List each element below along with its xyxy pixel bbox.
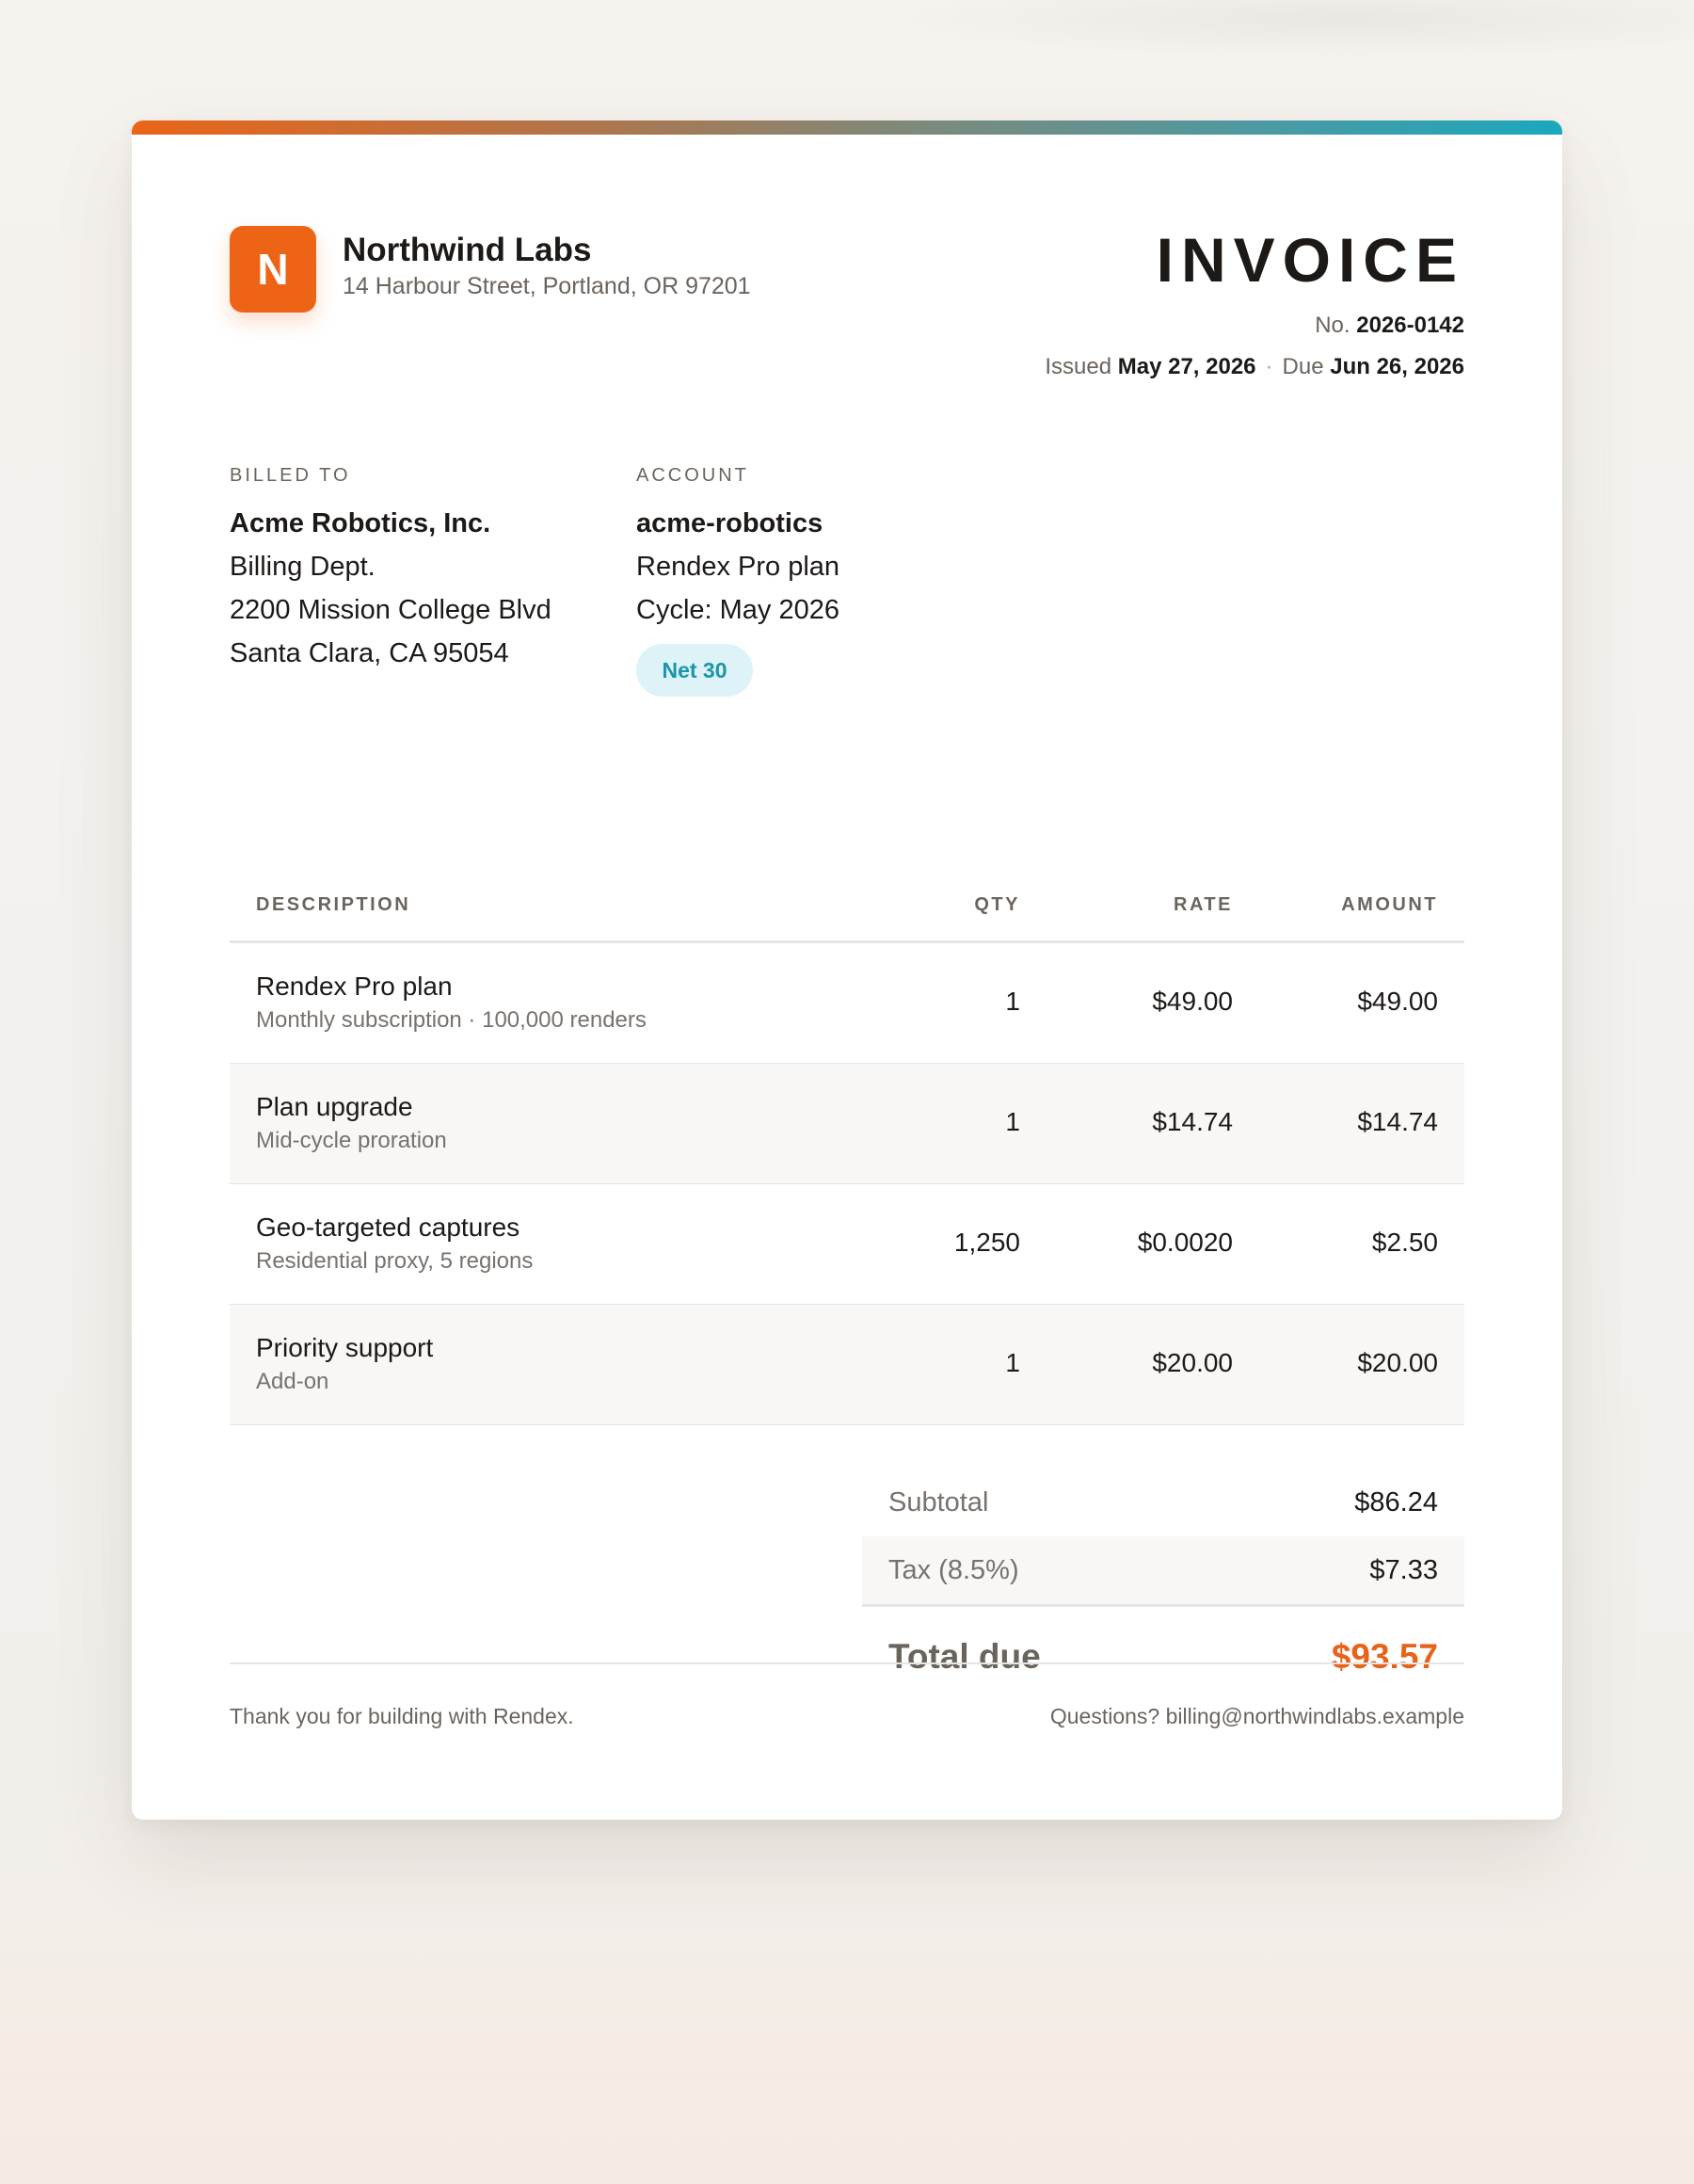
item-subtitle: Monthly subscription · 100,000 renders: [256, 1007, 647, 1033]
item-rate: $14.74: [1152, 1107, 1233, 1136]
totals-block: Subtotal $86.24 Tax (8.5%) $7.33 Total d…: [862, 1469, 1464, 1707]
footer-contact: Questions? billing@northwindlabs.example: [1049, 1704, 1464, 1728]
account-id: acme-robotics: [636, 508, 823, 538]
account-plan: Rendex Pro plan: [636, 552, 840, 582]
header-rate: RATE: [1174, 894, 1233, 915]
item-title: Plan upgrade: [256, 1092, 413, 1121]
item-amount: $20.00: [1357, 1348, 1438, 1377]
item-title: Priority support: [256, 1333, 434, 1362]
background-glow: [0, 1939, 1694, 2184]
tax-row: Tax (8.5%) $7.33: [862, 1536, 1464, 1604]
header-qty: QTY: [974, 894, 1020, 915]
billed-to-street: 2200 Mission College Blvd: [230, 595, 551, 625]
billed-to-dept: Billing Dept.: [230, 552, 376, 582]
subtotal-value: $86.24: [1354, 1487, 1438, 1518]
item-rate: $20.00: [1152, 1348, 1233, 1377]
item-qty: 1: [1005, 987, 1020, 1016]
item-rate: $49.00: [1152, 987, 1233, 1016]
footer-divider: [230, 1662, 1464, 1664]
invoice-number-value: 2026-0142: [1356, 313, 1464, 338]
item-subtitle: Residential proxy, 5 regions: [256, 1248, 534, 1274]
item-title: Rendex Pro plan: [256, 972, 453, 1001]
account-cycle: Cycle: May 2026: [636, 595, 839, 625]
item-qty: 1: [1005, 1107, 1020, 1136]
total-due-label: Total due: [888, 1637, 1041, 1676]
issued-label: Issued: [1045, 354, 1112, 379]
total-due-value: $93.57: [1331, 1637, 1438, 1676]
item-title: Geo-targeted captures: [256, 1212, 520, 1242]
issued-date: May 27, 2026: [1117, 354, 1256, 379]
item-qty: 1,250: [953, 1228, 1020, 1257]
date-separator: ·: [1265, 354, 1273, 379]
invoice-title: INVOICE: [1156, 225, 1464, 295]
table-header: DESCRIPTION QTY RATE AMOUNT: [230, 866, 1464, 943]
invoice-card: N Northwind Labs 14 Harbour Street, Port…: [132, 120, 1562, 1820]
item-rate: $0.0020: [1137, 1228, 1233, 1257]
item-qty: 1: [1005, 1348, 1020, 1377]
tax-value: $7.33: [1369, 1555, 1438, 1585]
line-items-table: DESCRIPTION QTY RATE AMOUNT Rendex Pro p…: [230, 866, 1464, 1425]
item-subtitle: Add-on: [256, 1369, 329, 1394]
due-date: Jun 26, 2026: [1330, 354, 1464, 379]
invoice-dates: Issued May 27, 2026 · Due Jun 26, 2026: [1045, 354, 1464, 380]
footer-thanks: Thank you for building with Rendex.: [230, 1704, 574, 1728]
billed-to-city: Santa Clara, CA 95054: [230, 638, 509, 668]
logo-letter: N: [257, 245, 289, 294]
invoice-number: No. 2026-0142: [1315, 313, 1464, 339]
item-subtitle: Mid-cycle proration: [256, 1128, 447, 1153]
invoice-content: N Northwind Labs 14 Harbour Street, Port…: [230, 120, 1464, 1820]
billed-to-label: BILLED TO: [230, 465, 351, 486]
company-logo: N: [230, 226, 316, 313]
header-description: DESCRIPTION: [256, 894, 411, 915]
item-amount: $2.50: [1371, 1228, 1438, 1257]
table-row: Rendex Pro plan Monthly subscription · 1…: [230, 943, 1464, 1064]
table-row: Plan upgrade Mid-cycle proration 1 $14.7…: [230, 1064, 1464, 1184]
table-row: Priority support Add-on 1 $20.00 $20.00: [230, 1305, 1464, 1425]
account-label: ACCOUNT: [636, 465, 749, 486]
billed-to-name: Acme Robotics, Inc.: [230, 508, 491, 538]
subtotal-label: Subtotal: [888, 1487, 989, 1518]
total-due-row: Total due $93.57: [862, 1607, 1464, 1707]
subtotal-row: Subtotal $86.24: [862, 1469, 1464, 1536]
company-address: 14 Harbour Street, Portland, OR 97201: [343, 273, 751, 299]
payment-terms-badge: Net 30: [636, 644, 753, 697]
item-amount: $14.74: [1357, 1107, 1438, 1136]
item-amount: $49.00: [1357, 987, 1438, 1016]
header-amount: AMOUNT: [1341, 894, 1438, 915]
tax-label: Tax (8.5%): [888, 1555, 1019, 1585]
company-name: Northwind Labs: [343, 232, 592, 268]
table-row: Geo-targeted captures Residential proxy,…: [230, 1184, 1464, 1305]
invoice-number-label: No.: [1315, 313, 1350, 338]
due-label: Due: [1282, 354, 1324, 379]
